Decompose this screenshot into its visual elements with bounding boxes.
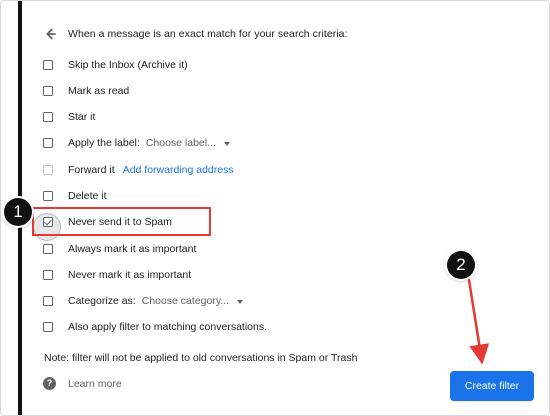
option-skip-inbox[interactable]: Skip the Inbox (Archive it) xyxy=(43,56,188,74)
option-apply-to-matching[interactable]: Also apply filter to matching conversati… xyxy=(43,318,267,336)
option-delete-it[interactable]: Delete it xyxy=(43,187,107,205)
label-select-value: Choose label... xyxy=(145,137,216,149)
learn-more-label: Learn more xyxy=(68,377,122,390)
chevron-down-icon xyxy=(237,299,244,304)
forward-it-label: Forward it xyxy=(68,164,115,176)
option-mark-as-read[interactable]: Mark as read xyxy=(43,82,129,100)
categorize-as-label: Categorize as: xyxy=(68,295,136,307)
delete-it-checkbox[interactable] xyxy=(43,191,53,201)
option-apply-label[interactable]: Apply the label: Choose label... xyxy=(43,134,230,152)
never-send-to-spam-checkbox[interactable] xyxy=(43,217,53,227)
always-important-checkbox[interactable] xyxy=(43,244,53,254)
mark-as-read-label: Mark as read xyxy=(68,85,130,97)
skip-inbox-label: Skip the Inbox (Archive it) xyxy=(68,59,188,71)
mark-as-read-checkbox[interactable] xyxy=(43,86,53,96)
filter-actions-header: When a message is an exact match for you… xyxy=(42,24,348,44)
option-never-important[interactable]: Never mark it as important xyxy=(43,266,191,284)
filter-actions-panel: When a message is an exact match for you… xyxy=(23,1,549,415)
filter-note: Note: filter will not be applied to old … xyxy=(44,352,358,364)
star-it-checkbox[interactable] xyxy=(43,112,53,122)
apply-to-matching-label: Also apply filter to matching conversati… xyxy=(68,321,268,333)
forward-it-checkbox[interactable] xyxy=(43,165,53,175)
category-select-value: Choose category... xyxy=(141,295,230,307)
create-filter-button[interactable]: Create filter xyxy=(450,371,534,401)
always-important-label: Always mark it as important xyxy=(68,243,197,255)
never-send-to-spam-label: Never send it to Spam xyxy=(68,216,172,228)
categorize-as-checkbox[interactable] xyxy=(43,296,53,306)
option-star-it[interactable]: Star it xyxy=(43,108,95,126)
help-icon: ? xyxy=(43,377,56,390)
option-never-send-to-spam[interactable]: Never send it to Spam xyxy=(43,213,172,231)
chevron-down-icon xyxy=(223,141,230,146)
option-always-important[interactable]: Always mark it as important xyxy=(43,240,196,258)
never-important-label: Never mark it as important xyxy=(68,269,192,281)
criteria-title: When a message is an exact match for you… xyxy=(68,28,348,40)
apply-label-label: Apply the label: xyxy=(68,137,140,149)
filter-actions-window: When a message is an exact match for you… xyxy=(0,0,550,416)
learn-more-link[interactable]: ? Learn more xyxy=(43,377,122,390)
apply-label-checkbox[interactable] xyxy=(43,138,53,148)
never-important-checkbox[interactable] xyxy=(43,270,53,280)
category-select[interactable]: Choose category... xyxy=(141,295,244,307)
left-border xyxy=(18,1,22,415)
label-select[interactable]: Choose label... xyxy=(146,137,230,149)
arrow-left-icon[interactable] xyxy=(42,26,58,42)
option-forward-it[interactable]: Forward it Add forwarding address xyxy=(43,161,234,179)
delete-it-label: Delete it xyxy=(68,190,107,202)
star-it-label: Star it xyxy=(68,111,96,123)
skip-inbox-checkbox[interactable] xyxy=(43,60,53,70)
option-categorize-as[interactable]: Categorize as: Choose category... xyxy=(43,292,244,310)
add-forwarding-address-link[interactable]: Add forwarding address xyxy=(123,164,234,176)
apply-to-matching-checkbox[interactable] xyxy=(43,322,53,332)
